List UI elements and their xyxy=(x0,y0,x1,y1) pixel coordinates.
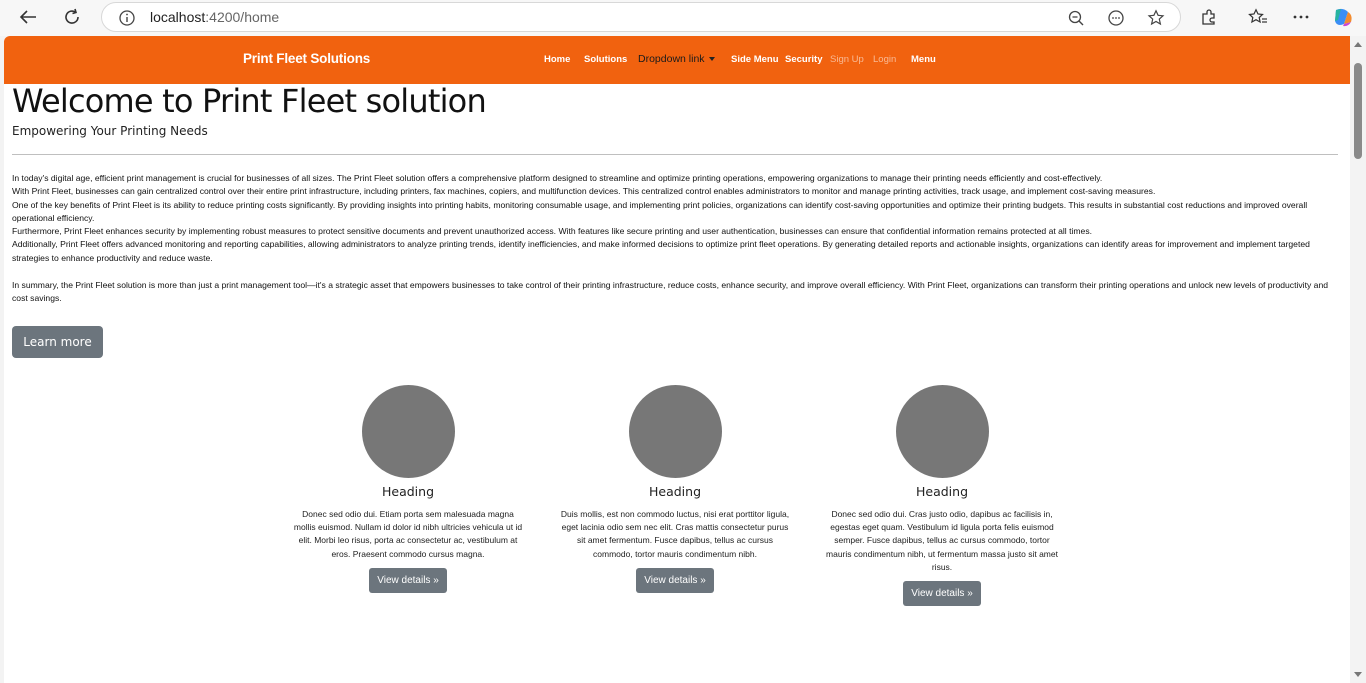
page-title: Welcome to Print Fleet solution xyxy=(12,82,487,120)
feature-placeholder-image xyxy=(895,385,989,478)
site-info-icon[interactable] xyxy=(118,9,136,27)
zoom-out-icon[interactable] xyxy=(1066,8,1086,28)
copilot-icon[interactable] xyxy=(1330,5,1356,29)
reading-options-icon[interactable] xyxy=(1106,8,1126,28)
intro-paragraph: Additionally, Print Fleet offers advance… xyxy=(12,239,1310,263)
feature-column: Heading Donec sed odio dui. Cras justo o… xyxy=(822,385,1062,607)
extensions-icon[interactable] xyxy=(1196,5,1222,29)
intro-paragraph: Furthermore, Print Fleet enhances securi… xyxy=(12,226,1093,237)
feature-heading: Heading xyxy=(381,484,434,499)
learn-more-button[interactable]: Learn more xyxy=(12,326,103,358)
nav-link-side-menu[interactable]: Side Menu xyxy=(731,54,779,65)
view-details-button[interactable]: View details » xyxy=(903,581,981,607)
nav-link-home[interactable]: Home xyxy=(544,54,570,65)
feature-text: Donec sed odio dui. Cras justo odio, dap… xyxy=(826,509,1058,572)
page-viewport: Print Fleet Solutions Home Solutions Dro… xyxy=(4,36,1350,683)
feature-column: Heading Duis mollis, est non commodo luc… xyxy=(555,385,795,593)
feature-column: Heading Donec sed odio dui. Etiam porta … xyxy=(288,385,528,593)
address-bar[interactable]: localhost:4200/home xyxy=(101,2,1181,32)
more-options-icon[interactable] xyxy=(1288,5,1314,29)
intro-paragraph: In summary, the Print Fleet solution is … xyxy=(12,280,1329,304)
scrollbar-thumb[interactable] xyxy=(1354,63,1362,159)
dropdown-label: Dropdown link xyxy=(638,53,705,65)
view-details-button[interactable]: View details » xyxy=(369,567,447,593)
view-details-button[interactable]: View details » xyxy=(636,567,714,593)
favorite-star-icon[interactable] xyxy=(1146,8,1166,28)
nav-link-login[interactable]: Login xyxy=(873,54,896,65)
nav-link-menu[interactable]: Menu xyxy=(911,54,936,65)
intro-text: In today's digital age, efficient print … xyxy=(12,172,1342,306)
browser-toolbar: localhost:4200/home xyxy=(0,0,1366,36)
feature-placeholder-image xyxy=(361,385,455,478)
divider xyxy=(12,154,1338,155)
page-subtitle: Empowering Your Printing Needs xyxy=(12,124,208,138)
feature-text: Duis mollis, est non commodo luctus, nis… xyxy=(560,509,790,559)
feature-placeholder-image xyxy=(628,385,722,478)
intro-paragraph: One of the key benefits of Print Fleet i… xyxy=(12,199,1308,223)
nav-link-security[interactable]: Security xyxy=(785,54,823,65)
feature-text: Donec sed odio dui. Etiam porta sem male… xyxy=(293,509,523,559)
feature-heading: Heading xyxy=(648,484,701,499)
navbar: Print Fleet Solutions Home Solutions Dro… xyxy=(4,36,1350,84)
refresh-icon[interactable] xyxy=(58,5,86,29)
feature-heading: Heading xyxy=(915,484,968,499)
favorites-icon[interactable] xyxy=(1245,5,1271,29)
nav-link-solutions[interactable]: Solutions xyxy=(584,54,627,65)
intro-paragraph: With Print Fleet, businesses can gain ce… xyxy=(12,186,1156,197)
caret-down-icon xyxy=(708,57,715,62)
nav-link-sign-up[interactable]: Sign Up xyxy=(830,54,864,65)
back-arrow-icon[interactable] xyxy=(14,5,42,29)
scroll-up-arrow-icon[interactable] xyxy=(1354,42,1362,47)
intro-paragraph: In today's digital age, efficient print … xyxy=(12,173,1103,183)
navbar-brand[interactable]: Print Fleet Solutions xyxy=(243,51,370,66)
scroll-down-arrow-icon[interactable] xyxy=(1354,672,1362,677)
vertical-scrollbar[interactable] xyxy=(1350,36,1366,683)
nav-dropdown-link[interactable]: Dropdown link xyxy=(638,53,715,65)
url-text[interactable]: localhost:4200/home xyxy=(150,9,279,25)
